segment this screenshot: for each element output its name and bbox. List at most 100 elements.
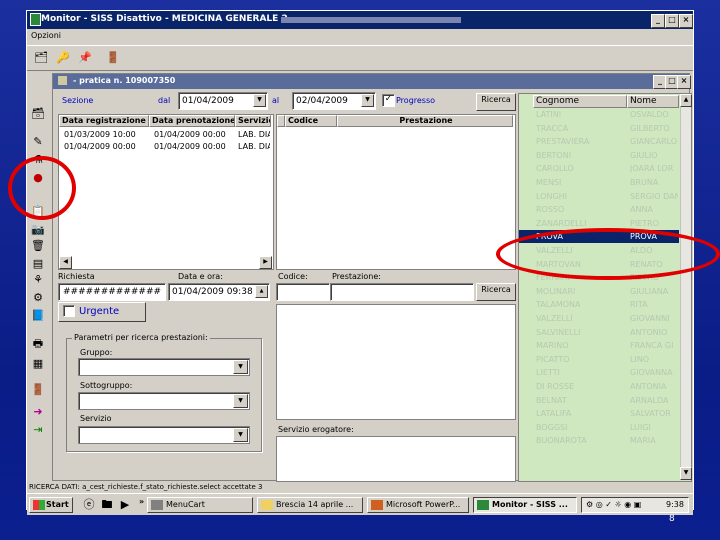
scroll-left-arrow[interactable]: ◀ <box>59 256 72 269</box>
camera-icon[interactable]: 📷 <box>30 222 46 238</box>
patient-name[interactable]: GIULIO <box>630 151 678 160</box>
search-prestazione-button[interactable]: Ricerca <box>476 283 516 301</box>
prestazione-field[interactable] <box>330 283 474 301</box>
door-icon[interactable]: 🚪 <box>30 382 46 398</box>
patient-surname[interactable]: ROSSO <box>536 205 564 214</box>
patient-surname[interactable]: BOGGSI <box>536 423 567 432</box>
table-cell[interactable]: 01/04/2009 00:00 <box>154 142 226 151</box>
trash-icon[interactable]: 🗑 <box>30 238 46 254</box>
key-icon[interactable]: 🔑 <box>55 50 71 66</box>
patient-name[interactable]: MARIA <box>630 436 678 445</box>
task-monitor[interactable]: Monitor - SISS ... <box>473 497 577 513</box>
child-close-button[interactable]: × <box>677 75 691 89</box>
patient-name[interactable]: SALVATOR <box>630 409 678 418</box>
table-cell[interactable]: 01/04/2009 00:00 <box>154 130 226 139</box>
patient-surname[interactable]: MARINO <box>536 341 569 350</box>
date-time-field[interactable]: 01/04/2009 09:38 ▲ <box>168 283 270 301</box>
patient-name[interactable]: JOARA LOR <box>630 164 678 173</box>
col-codice[interactable]: Codice <box>285 115 337 127</box>
maximize-button[interactable]: □ <box>665 14 679 28</box>
patient-name[interactable]: LINO <box>630 355 678 364</box>
service-provider-list[interactable] <box>276 436 516 482</box>
exit-icon[interactable]: 🚪 <box>105 50 121 66</box>
patient-surname[interactable]: PICATTO <box>536 355 570 364</box>
patient-name[interactable]: FRANCA GI <box>630 341 678 350</box>
list-icon[interactable]: ▤ <box>30 256 46 272</box>
patient-surname[interactable]: MENSI <box>536 178 561 187</box>
book-icon[interactable]: 📘 <box>30 308 46 324</box>
from-date-field[interactable]: 01/04/2009 ▼ <box>178 92 268 110</box>
progress-checkbox[interactable]: ✓ <box>382 94 395 107</box>
patient-surname[interactable]: LATALIFA <box>536 409 571 418</box>
col-data-registrazione[interactable]: Data registrazione <box>59 115 149 127</box>
chevron-icon[interactable]: » <box>139 497 144 506</box>
exit-green-icon[interactable]: ⇥ <box>30 422 46 438</box>
patient-name[interactable]: GIOVANNI <box>630 314 678 323</box>
patient-surname[interactable]: VALZELLI <box>536 314 573 323</box>
start-button[interactable]: Start <box>29 497 73 513</box>
patient-name[interactable]: ANTONIA <box>630 382 678 391</box>
task-menucart[interactable]: MenuCart <box>147 497 253 513</box>
arrow-right-icon[interactable]: ➜ <box>30 404 46 420</box>
patient-surname[interactable]: SALVINELLI <box>536 328 580 337</box>
patient-name[interactable]: GILBERTO <box>630 124 678 133</box>
patient-name[interactable]: GIOVANNA <box>630 368 678 377</box>
patient-surname[interactable]: TRACCA <box>536 124 568 133</box>
patient-name[interactable]: OSVALDO <box>630 110 678 119</box>
grid-icon[interactable]: ▦ <box>30 356 46 372</box>
minimize-button[interactable]: _ <box>651 14 665 28</box>
patient-name[interactable]: ANTONIO <box>630 328 678 337</box>
col-servizio[interactable]: Servizio <box>235 115 271 127</box>
patient-name[interactable]: GIULIANA <box>630 287 678 296</box>
printer-icon[interactable]: 🖶 <box>30 336 46 352</box>
col-nome[interactable]: Nome <box>627 95 679 108</box>
patient-name[interactable]: LUIGI <box>630 423 678 432</box>
code-field[interactable] <box>276 283 330 301</box>
patient-name[interactable]: BRUNA <box>630 178 678 187</box>
pencil-icon[interactable]: ✎ <box>30 134 46 150</box>
urgent-checkbox[interactable] <box>63 305 75 317</box>
scroll-down-arrow[interactable]: ▼ <box>680 467 692 480</box>
task-powerpoint[interactable]: Microsoft PowerP... <box>367 497 469 513</box>
patient-surname[interactable]: BELNAT <box>536 396 567 405</box>
patient-icon[interactable]: 🗃 <box>30 106 46 122</box>
patient-surname[interactable]: MOLINARI <box>536 287 575 296</box>
patient-name[interactable]: SERGIO DAN <box>630 192 678 201</box>
patient-name[interactable]: ANNA <box>630 205 678 214</box>
patient-surname[interactable]: DI ROSSE <box>536 382 574 391</box>
puzzle-icon[interactable]: ⚙ <box>30 290 46 306</box>
sottogruppo-select[interactable]: ▼ <box>78 392 250 410</box>
patient-surname[interactable]: LIETTI <box>536 368 560 377</box>
patient-name[interactable]: RITA <box>630 300 678 309</box>
close-button[interactable]: × <box>679 14 693 28</box>
patient-surname[interactable]: LATINI <box>536 110 561 119</box>
table-cell[interactable]: LAB. DIA <box>238 130 270 139</box>
patient-name[interactable]: PIETRO <box>630 219 678 228</box>
patient-name[interactable]: GIANCARLO <box>630 137 678 146</box>
patient-surname[interactable]: TALAMONA <box>536 300 581 309</box>
user-icon[interactable]: 🗂 <box>33 50 49 66</box>
to-date-field[interactable]: 02/04/2009 ▼ <box>292 92 376 110</box>
prestazioni-results-list[interactable] <box>276 304 516 420</box>
quicklaunch-media-icon[interactable]: ▶ <box>117 497 133 513</box>
patient-surname[interactable]: PRESTAVIERA <box>536 137 589 146</box>
table-row[interactable]: 01/03/2009 10:00 <box>64 130 136 139</box>
quicklaunch-folder-icon[interactable]: 🖿 <box>99 497 115 513</box>
patient-name[interactable]: ARNALDA <box>630 396 678 405</box>
quicklaunch-ie-icon[interactable]: ⓔ <box>81 497 97 513</box>
servizio-select[interactable]: ▼ <box>78 426 250 444</box>
scroll-right-arrow[interactable]: ▶ <box>259 256 272 269</box>
search-button[interactable]: Ricerca <box>476 93 516 111</box>
patient-surname[interactable]: BERTONI <box>536 151 571 160</box>
menu-options[interactable]: Opzioni <box>31 31 61 40</box>
tree-icon[interactable]: ⚘ <box>30 272 46 288</box>
request-field[interactable]: ############# <box>58 283 166 301</box>
col-data-prenotazione[interactable]: Data prenotazione <box>149 115 235 127</box>
pin-icon[interactable]: 📌 <box>77 50 93 66</box>
patient-surname[interactable]: ZANARDELLI <box>536 219 586 228</box>
table-cell[interactable]: LAB. DIA <box>238 142 270 151</box>
tray-icons[interactable]: ⚙ ◎ ✓ ☼ ◉ ▣ <box>586 498 641 512</box>
patient-surname[interactable]: CAROLLO <box>536 164 574 173</box>
scroll-up-arrow[interactable]: ▲ <box>680 94 692 107</box>
gruppo-select[interactable]: ▼ <box>78 358 250 376</box>
